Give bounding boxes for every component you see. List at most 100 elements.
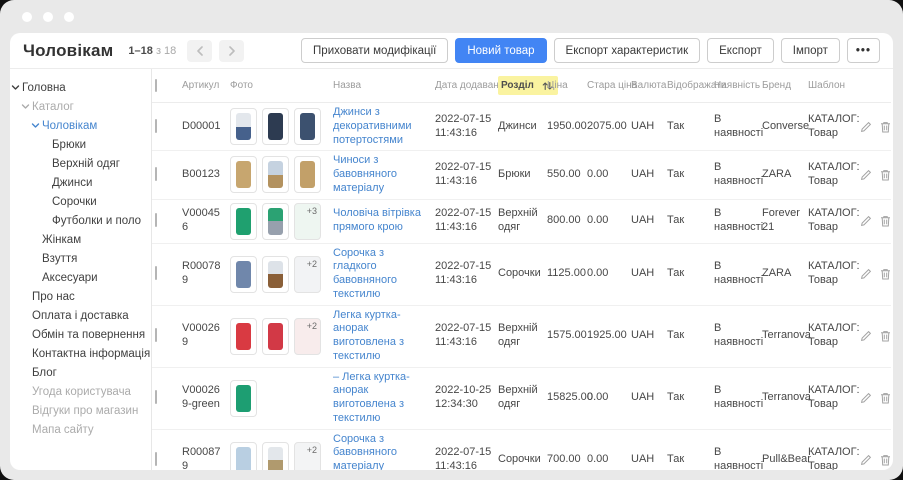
edit-button[interactable] bbox=[860, 215, 872, 227]
column-header[interactable]: Наявність bbox=[711, 69, 759, 103]
edit-pencil-icon[interactable] bbox=[860, 392, 872, 404]
product-name-link[interactable]: Сорочка з бавовняного матеріалу притален… bbox=[333, 433, 425, 471]
row-checkbox[interactable] bbox=[155, 119, 157, 133]
product-name-link[interactable]: Легка куртка-анорак виготовлена з тексти… bbox=[333, 309, 404, 362]
sidebar-item[interactable]: Сорочки bbox=[10, 192, 151, 211]
more-actions-button[interactable]: ••• bbox=[847, 38, 880, 63]
sidebar-item[interactable]: Головна bbox=[10, 78, 151, 97]
sidebar-item[interactable]: Аксесуари bbox=[10, 268, 151, 287]
delete-button[interactable] bbox=[880, 392, 891, 404]
column-header[interactable]: Відображати bbox=[664, 69, 711, 103]
more-photos-thumb[interactable]: +3 bbox=[294, 203, 321, 240]
product-photo-thumb[interactable] bbox=[230, 318, 257, 355]
row-checkbox[interactable] bbox=[155, 213, 157, 227]
sidebar-item[interactable]: Блог bbox=[10, 363, 151, 382]
delete-trash-icon[interactable] bbox=[880, 392, 891, 404]
edit-pencil-icon[interactable] bbox=[860, 215, 872, 227]
delete-button[interactable] bbox=[880, 330, 891, 342]
delete-trash-icon[interactable] bbox=[880, 268, 891, 280]
next-page-button[interactable] bbox=[219, 40, 244, 62]
column-header[interactable]: Стара ціна bbox=[584, 69, 628, 103]
sidebar-item[interactable]: Верхній одяг bbox=[10, 154, 151, 173]
column-header[interactable]: Ціна bbox=[544, 69, 584, 103]
edit-button[interactable] bbox=[860, 169, 872, 181]
product-photo-thumb[interactable] bbox=[262, 108, 289, 145]
product-photo-thumb[interactable] bbox=[230, 380, 257, 417]
product-photo-thumb[interactable] bbox=[230, 108, 257, 145]
export-characteristics-button[interactable]: Експорт характеристик bbox=[554, 38, 701, 63]
sidebar-item[interactable]: Відгуки про магазин bbox=[10, 401, 151, 420]
edit-button[interactable] bbox=[860, 268, 872, 280]
edit-pencil-icon[interactable] bbox=[860, 454, 872, 466]
edit-button[interactable] bbox=[860, 121, 872, 133]
delete-button[interactable] bbox=[880, 169, 891, 181]
row-checkbox[interactable] bbox=[155, 167, 157, 181]
product-photo-thumb[interactable] bbox=[230, 156, 257, 193]
prev-page-button[interactable] bbox=[187, 40, 212, 62]
sidebar-item[interactable]: Футболки и поло bbox=[10, 211, 151, 230]
delete-trash-icon[interactable] bbox=[880, 454, 891, 466]
edit-pencil-icon[interactable] bbox=[860, 330, 872, 342]
export-button[interactable]: Експорт bbox=[707, 38, 774, 63]
more-photos-thumb[interactable]: +2 bbox=[294, 318, 321, 355]
edit-pencil-icon[interactable] bbox=[860, 268, 872, 280]
product-photo-thumb[interactable] bbox=[262, 256, 289, 293]
sidebar-item[interactable]: Каталог bbox=[10, 97, 151, 116]
product-photo-thumb[interactable] bbox=[262, 203, 289, 240]
column-header[interactable]: Фото bbox=[227, 69, 330, 103]
sidebar-item[interactable]: Брюки bbox=[10, 135, 151, 154]
delete-button[interactable] bbox=[880, 454, 891, 466]
product-name-link[interactable]: – Легка куртка-анорак виготовлена з текс… bbox=[333, 371, 410, 424]
more-photos-thumb[interactable]: +2 bbox=[294, 442, 321, 471]
column-header[interactable]: Розділ bbox=[495, 69, 544, 103]
edit-button[interactable] bbox=[860, 454, 872, 466]
new-product-button[interactable]: Новий товар bbox=[455, 38, 546, 63]
delete-trash-icon[interactable] bbox=[880, 169, 891, 181]
window-dot-minimize[interactable] bbox=[43, 12, 53, 22]
delete-trash-icon[interactable] bbox=[880, 121, 891, 133]
product-photo-thumb[interactable] bbox=[294, 156, 321, 193]
sidebar-item[interactable]: Угода користувача bbox=[10, 382, 151, 401]
row-checkbox[interactable] bbox=[155, 328, 157, 342]
sidebar-item[interactable]: Чоловікам bbox=[10, 116, 151, 135]
edit-button[interactable] bbox=[860, 330, 872, 342]
sidebar-item[interactable]: Мапа сайту bbox=[10, 420, 151, 439]
import-button[interactable]: Імпорт bbox=[781, 38, 840, 63]
edit-pencil-icon[interactable] bbox=[860, 121, 872, 133]
sidebar-item[interactable]: Контактна інформація bbox=[10, 344, 151, 363]
more-photos-thumb[interactable]: +2 bbox=[294, 256, 321, 293]
product-photo-thumb[interactable] bbox=[230, 256, 257, 293]
sidebar-item[interactable]: Жінкам bbox=[10, 230, 151, 249]
column-header[interactable]: Назва bbox=[330, 69, 432, 103]
delete-button[interactable] bbox=[880, 121, 891, 133]
column-header[interactable]: Бренд bbox=[759, 69, 805, 103]
product-name-link[interactable]: Джинси з декоративними потертостями bbox=[333, 106, 412, 146]
edit-pencil-icon[interactable] bbox=[860, 169, 872, 181]
window-dot-maximize[interactable] bbox=[64, 12, 74, 22]
edit-button[interactable] bbox=[860, 392, 872, 404]
sidebar-item[interactable]: Взуття bbox=[10, 249, 151, 268]
product-photo-thumb[interactable] bbox=[230, 203, 257, 240]
product-name-link[interactable]: Чиноси з бавовняного матеріалу bbox=[333, 154, 397, 194]
sidebar-item[interactable]: Обмін та повернення bbox=[10, 325, 151, 344]
column-header[interactable]: Дата додавання bbox=[432, 69, 495, 103]
row-checkbox[interactable] bbox=[155, 266, 157, 280]
column-header[interactable]: Артикул bbox=[179, 69, 227, 103]
sidebar-item[interactable]: Оплата і доставка bbox=[10, 306, 151, 325]
column-header[interactable]: Шаблон bbox=[805, 69, 857, 103]
delete-trash-icon[interactable] bbox=[880, 215, 891, 227]
select-all-checkbox[interactable] bbox=[155, 79, 157, 92]
product-name-link[interactable]: Чоловіча вітрівка прямого крою bbox=[333, 207, 421, 233]
column-header[interactable]: Валюта bbox=[628, 69, 664, 103]
window-dot-close[interactable] bbox=[22, 12, 32, 22]
delete-button[interactable] bbox=[880, 268, 891, 280]
row-checkbox[interactable] bbox=[155, 452, 157, 466]
product-photo-thumb[interactable] bbox=[230, 442, 257, 471]
product-photo-thumb[interactable] bbox=[262, 442, 289, 471]
product-photo-thumb[interactable] bbox=[294, 108, 321, 145]
hide-modifications-button[interactable]: Приховати модифікації bbox=[301, 38, 448, 63]
sidebar-item[interactable]: Про нас bbox=[10, 287, 151, 306]
sidebar-item[interactable]: Джинси bbox=[10, 173, 151, 192]
delete-trash-icon[interactable] bbox=[880, 330, 891, 342]
row-checkbox[interactable] bbox=[155, 390, 157, 404]
